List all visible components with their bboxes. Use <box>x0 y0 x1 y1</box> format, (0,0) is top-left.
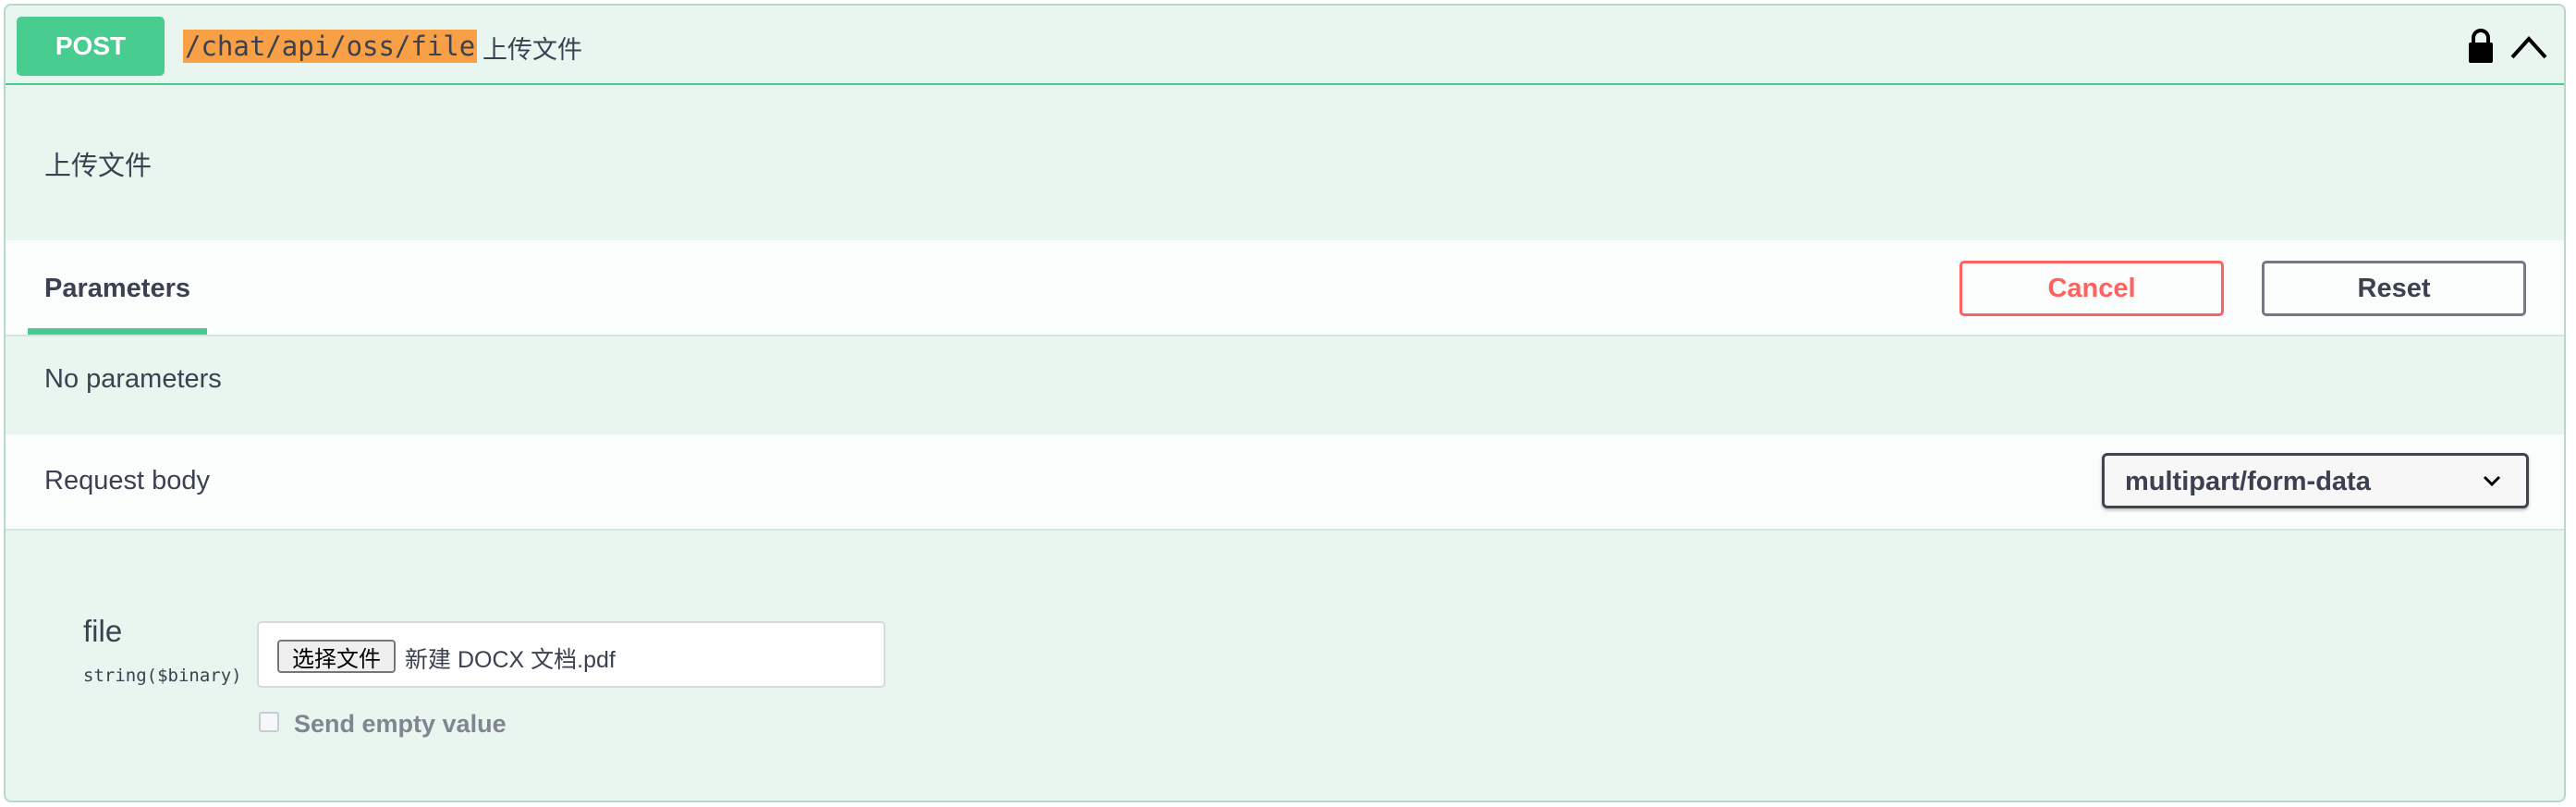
operation-description: 上传文件 <box>44 152 153 181</box>
request-body-header: Request body multipart/form-data <box>6 434 2564 531</box>
choose-file-button[interactable]: 选择文件 <box>277 640 396 673</box>
operation-block: POST /chat/api/oss/file 上传文件 上传文件 Parame… <box>4 4 2566 802</box>
chevron-down-icon <box>2483 475 2501 487</box>
send-empty-value-checkbox[interactable] <box>259 712 279 732</box>
field-type: string($binary) <box>83 666 242 686</box>
parameters-header: Parameters Cancel Reset <box>6 240 2564 336</box>
lock-icon[interactable] <box>2466 28 2496 65</box>
cancel-button[interactable]: Cancel <box>1959 261 2224 316</box>
operation-summary-text: 上传文件 <box>482 36 582 64</box>
tab-parameters[interactable]: Parameters <box>28 240 207 336</box>
reset-button[interactable]: Reset <box>2262 261 2526 316</box>
request-body-title: Request body <box>44 466 210 495</box>
file-input[interactable]: 选择文件 新建 DOCX 文档.pdf <box>257 621 885 688</box>
no-parameters-text: No parameters <box>44 364 222 394</box>
field-name: file <box>83 614 123 648</box>
send-empty-value-label[interactable]: Send empty value <box>294 710 507 739</box>
content-type-value: multipart/form-data <box>2125 467 2371 496</box>
endpoint-path: /chat/api/oss/file <box>183 30 478 63</box>
selected-file-name: 新建 DOCX 文档.pdf <box>405 647 616 673</box>
operation-summary[interactable]: POST /chat/api/oss/file 上传文件 <box>6 6 2564 85</box>
tab-active-indicator <box>28 328 207 335</box>
method-badge: POST <box>17 17 165 76</box>
content-type-select[interactable]: multipart/form-data <box>2102 453 2529 508</box>
chevron-up-icon[interactable] <box>2509 30 2549 63</box>
